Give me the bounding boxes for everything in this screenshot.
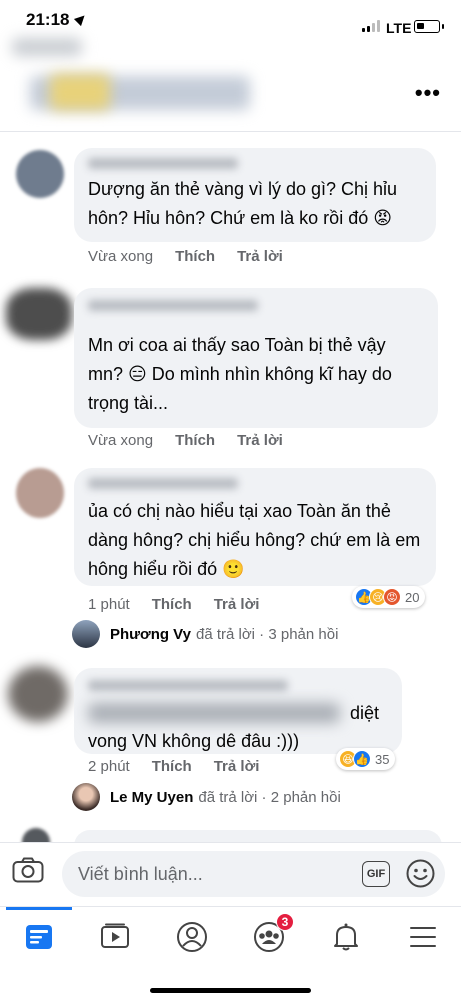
network-type: LTE <box>386 20 412 36</box>
avatar[interactable] <box>6 288 72 340</box>
angry-reaction-icon: 😡 <box>383 588 401 606</box>
reactions-summary[interactable]: 😆 👍 35 <box>336 748 396 770</box>
reply-summary: đã trả lời · 3 phản hồi <box>195 625 339 643</box>
like-button[interactable]: Thích <box>152 758 192 775</box>
comment-time: Vừa xong <box>88 248 154 265</box>
view-replies-link[interactable]: Le My Uyen đã trả lời · 2 phản hồi <box>72 783 341 811</box>
comment-text: ủa có chị nào hiểu tại xao Toàn ăn thẻ d… <box>88 501 421 579</box>
avatar <box>72 783 100 811</box>
like-reaction-icon: 👍 <box>353 750 371 768</box>
news-feed-icon <box>26 925 52 949</box>
reply-user-name: Le My Uyen <box>110 788 194 806</box>
battery-level <box>417 23 424 29</box>
watch-video-icon <box>101 923 129 948</box>
comment-actions: 1 phút Thích Trả lời <box>88 596 259 613</box>
comment-composer: GIF <box>0 842 461 906</box>
reply-user-name: Phương Vy <box>110 625 191 643</box>
reaction-count: 20 <box>405 589 420 605</box>
comment-bubble: Dượng ăn thẻ vàng vì lý do gì? Chị hỉu h… <box>74 148 436 242</box>
notification-badge: 3 <box>276 913 294 931</box>
comment-actions: 2 phút Thích Trả lời <box>88 758 259 775</box>
comment-time: Vừa xong <box>88 432 154 449</box>
comment-bubble: diệt vong VN không dê đâu :))) <box>74 668 402 754</box>
comment-bubble: ủa có chị nào hiểu tại xao Toàn ăn thẻ d… <box>74 468 436 586</box>
reply-summary: đã trả lời · 2 phản hồi <box>198 788 341 806</box>
comment-actions: Vừa xong Thích Trả lời <box>88 432 283 449</box>
tab-news-feed[interactable] <box>0 907 78 967</box>
menu-hamburger-icon <box>410 927 436 947</box>
more-horizontal-icon[interactable]: ••• <box>415 82 441 104</box>
comment-text: Dượng ăn thẻ vàng vì lý do gì? Chị hỉu h… <box>88 179 398 228</box>
blurred-author-name <box>88 300 258 311</box>
comment-text: Mn ơi coa ai thấy sao Toàn bị thẻ vậy mn… <box>88 335 392 413</box>
post-header: ••• <box>0 38 461 132</box>
bell-icon <box>334 923 358 951</box>
comment-time: 1 phút <box>88 596 130 613</box>
status-bar: 21:18 LTE <box>0 0 461 40</box>
tab-profile[interactable] <box>153 907 231 967</box>
reply-button[interactable]: Trả lời <box>214 596 260 613</box>
comment-line-1: diệt <box>88 699 388 727</box>
profile-icon <box>177 922 207 952</box>
tab-menu[interactable] <box>384 907 461 967</box>
home-indicator[interactable] <box>150 988 311 993</box>
comment-text-fragment: diệt <box>350 703 380 723</box>
avatar[interactable] <box>16 468 64 518</box>
blurred-author-name <box>88 158 238 169</box>
reactions-summary[interactable]: 👍 😢 😡 20 <box>352 586 426 608</box>
blurred-text <box>88 703 340 723</box>
gif-icon[interactable]: GIF <box>362 861 390 887</box>
camera-icon[interactable] <box>12 857 44 883</box>
blurred-page-avatar <box>50 74 110 110</box>
bottom-tab-bar: 3 <box>0 906 461 1000</box>
comment-time: 2 phút <box>88 758 130 775</box>
battery-icon <box>414 20 444 33</box>
view-replies-link[interactable]: Phương Vy đã trả lời · 3 phản hồi <box>72 620 338 648</box>
tab-notifications[interactable] <box>307 907 385 967</box>
avatar[interactable] <box>8 666 68 722</box>
avatar[interactable] <box>16 150 64 198</box>
location-arrow-icon <box>73 11 89 27</box>
comment-bubble: Mn ơi coa ai thấy sao Toàn bị thẻ vậy mn… <box>74 288 438 428</box>
emoji-icon[interactable] <box>406 859 435 888</box>
like-button[interactable]: Thích <box>152 596 192 613</box>
tab-groups[interactable]: 3 <box>230 907 308 967</box>
avatar <box>72 620 100 648</box>
like-button[interactable]: Thích <box>175 432 215 449</box>
reply-button[interactable]: Trả lời <box>237 248 283 265</box>
reply-button[interactable]: Trả lời <box>214 758 260 775</box>
blurred-back-area <box>12 38 82 56</box>
active-tab-indicator <box>6 907 72 910</box>
blurred-author-name <box>88 680 288 691</box>
status-time: 21:18 <box>26 10 70 29</box>
blurred-author-name <box>88 478 238 489</box>
reply-button[interactable]: Trả lời <box>237 432 283 449</box>
signal-icon <box>362 20 380 32</box>
tab-watch[interactable] <box>76 907 154 967</box>
reaction-count: 35 <box>375 751 390 767</box>
like-button[interactable]: Thích <box>175 248 215 265</box>
comment-actions: Vừa xong Thích Trả lời <box>88 248 283 265</box>
